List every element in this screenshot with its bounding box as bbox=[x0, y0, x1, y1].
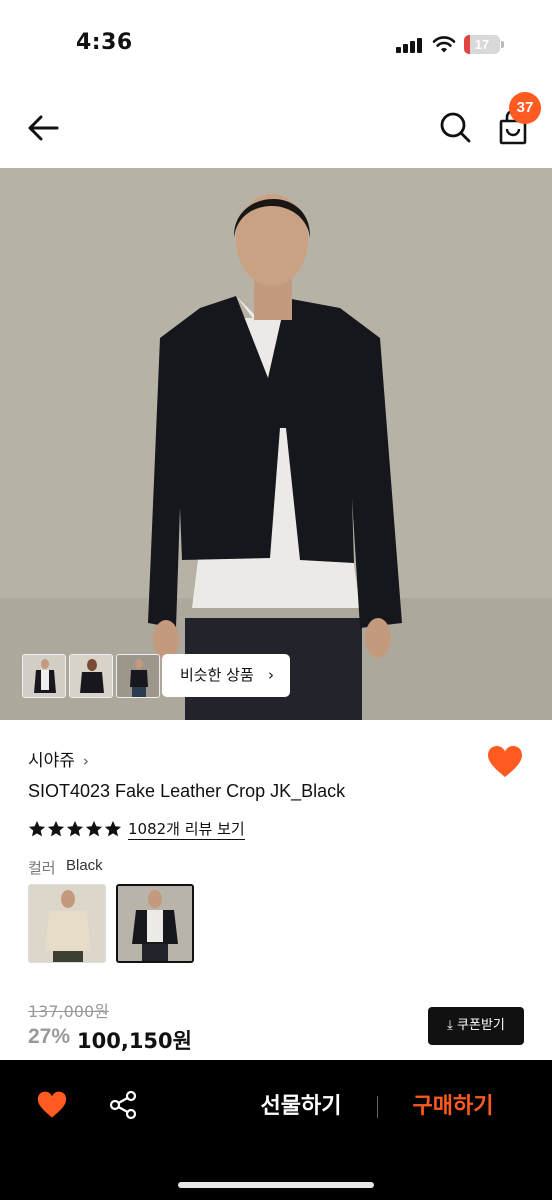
star-icon bbox=[104, 820, 122, 837]
cellular-signal-icon bbox=[396, 37, 422, 53]
star-icon bbox=[47, 820, 65, 837]
star-icon bbox=[28, 820, 46, 837]
image-thumbnail-strip bbox=[22, 654, 160, 698]
brand-link[interactable]: 시야쥬 › bbox=[28, 746, 89, 771]
star-rating bbox=[28, 820, 122, 838]
coupon-download-button[interactable]: ⤓ 쿠폰받기 bbox=[428, 1007, 524, 1045]
buy-button[interactable]: 구매하기 bbox=[396, 1090, 510, 1124]
brand-name: 시야쥬 bbox=[28, 751, 75, 771]
chevron-right-icon: › bbox=[268, 666, 274, 684]
image-thumbnail[interactable] bbox=[116, 654, 160, 698]
heart-icon[interactable] bbox=[36, 1090, 68, 1120]
share-icon[interactable] bbox=[108, 1090, 138, 1120]
home-indicator[interactable] bbox=[178, 1182, 374, 1188]
product-image[interactable] bbox=[0, 168, 552, 720]
star-icon bbox=[85, 820, 103, 837]
chevron-right-icon: › bbox=[82, 752, 89, 770]
star-icon bbox=[66, 820, 84, 837]
similar-products-label: 비슷한 상품 bbox=[180, 666, 254, 684]
image-thumbnail[interactable] bbox=[69, 654, 113, 698]
review-link[interactable]: 1082개 리뷰 보기 bbox=[128, 819, 245, 840]
bottom-action-bar: 선물하기 구매하기 bbox=[0, 1060, 552, 1200]
wifi-icon bbox=[432, 36, 456, 53]
status-time: 4:36 bbox=[76, 30, 133, 55]
arrow-left-icon[interactable] bbox=[24, 108, 64, 148]
discount-rate: 27% bbox=[28, 1025, 71, 1048]
color-value: Black bbox=[66, 857, 103, 874]
rating-row: 1082개 리뷰 보기 bbox=[28, 818, 245, 840]
image-thumbnail[interactable] bbox=[22, 654, 66, 698]
gift-button[interactable]: 선물하기 bbox=[240, 1090, 362, 1124]
search-icon[interactable] bbox=[436, 108, 474, 146]
sale-price: 100,150원 bbox=[77, 1029, 192, 1053]
product-title: SIOT4023 Fake Leather Crop JK_Black bbox=[28, 781, 346, 801]
color-label: 컬러 bbox=[28, 859, 56, 877]
color-option-beige[interactable] bbox=[28, 884, 106, 963]
original-price: 137,000원 bbox=[28, 1002, 109, 1021]
divider bbox=[377, 1096, 378, 1118]
heart-icon[interactable] bbox=[486, 744, 524, 780]
top-navigation bbox=[0, 90, 552, 168]
color-option-black[interactable] bbox=[116, 884, 194, 963]
similar-products-button[interactable]: 비슷한 상품 › bbox=[162, 654, 290, 697]
status-bar: 4:36 17 bbox=[0, 0, 552, 90]
battery-percent: 17 bbox=[474, 37, 490, 52]
battery-indicator: 17 bbox=[464, 35, 504, 54]
cart-count-badge: 37 bbox=[509, 92, 541, 124]
